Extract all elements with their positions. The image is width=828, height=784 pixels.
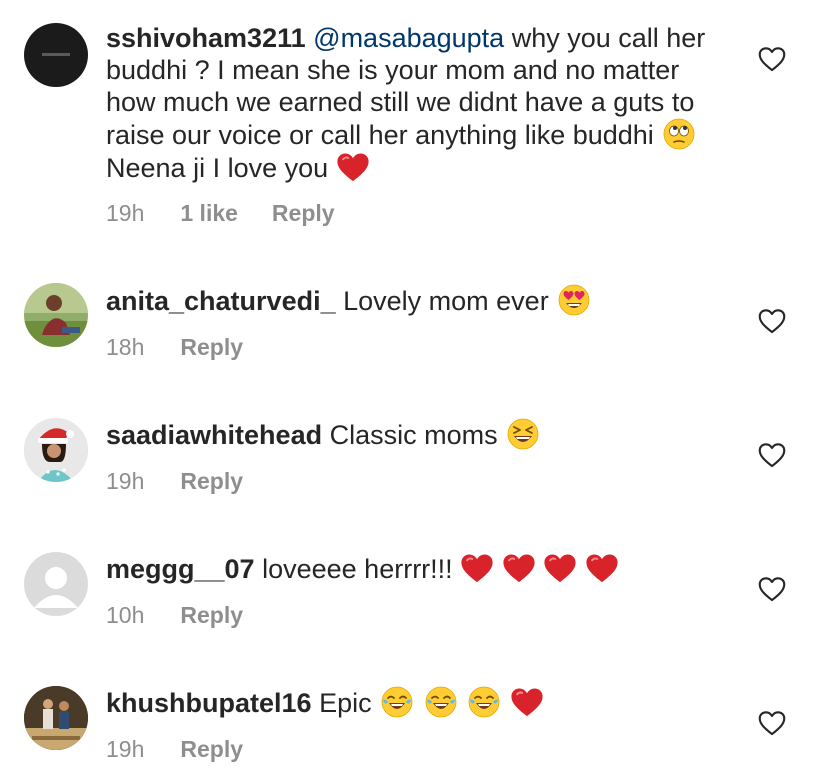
avatar[interactable] — [24, 418, 88, 482]
grinning-squinting-emoji — [507, 418, 539, 450]
comment-time: 18h — [106, 334, 145, 360]
reply-button[interactable]: Reply — [180, 468, 243, 495]
comment-body-text: loveeee herrrr!!! — [262, 554, 453, 584]
comment-text: khushbupatel16 Epic — [106, 686, 726, 719]
tears-of-joy-emoji — [381, 686, 413, 718]
comment-time: 10h — [106, 602, 145, 628]
comment-body-text: Lovely mom ever — [343, 286, 549, 316]
like-heart-icon[interactable] — [758, 46, 786, 72]
tears-of-joy-emoji — [468, 686, 500, 718]
comment-username[interactable]: anita_chaturvedi_ — [106, 286, 336, 316]
tears-of-joy-emoji — [425, 686, 457, 718]
comment-meta: 19h 1 like Reply — [106, 200, 335, 227]
red-heart-emoji — [336, 151, 370, 183]
comment-body-text: Epic — [319, 688, 372, 718]
avatar-logo-icon — [42, 53, 70, 56]
like-heart-icon[interactable] — [758, 308, 786, 334]
face-rolling-eyes-emoji — [663, 118, 695, 150]
comment-meta: 19h Reply — [106, 468, 243, 495]
like-heart-icon[interactable] — [758, 576, 786, 602]
comment-meta: 18h Reply — [106, 334, 243, 361]
avatar[interactable] — [24, 23, 88, 87]
reply-button[interactable]: Reply — [180, 334, 243, 361]
comment-text: sshivoham3211 @masabagupta why you call … — [106, 22, 726, 184]
avatar-photo-icon — [24, 283, 88, 347]
red-heart-emoji — [460, 552, 494, 584]
mention-link[interactable]: @masabagupta — [313, 23, 504, 53]
comment-body-text: Neena ji I love you — [106, 153, 329, 183]
comment-meta: 19h Reply — [106, 736, 243, 763]
avatar[interactable] — [24, 552, 88, 616]
likes-count[interactable]: 1 like — [180, 200, 238, 227]
avatar-photo-icon — [24, 686, 88, 750]
red-heart-emoji — [585, 552, 619, 584]
reply-button[interactable]: Reply — [180, 736, 243, 763]
comment-meta: 10h Reply — [106, 602, 243, 629]
comment-username[interactable]: sshivoham3211 — [106, 23, 306, 53]
red-heart-emoji — [543, 552, 577, 584]
comment-username[interactable]: khushbupatel16 — [106, 688, 312, 718]
comment-username[interactable]: saadiawhitehead — [106, 420, 322, 450]
comment-text: saadiawhitehead Classic moms — [106, 418, 726, 451]
comment-text: anita_chaturvedi_ Lovely mom ever — [106, 284, 726, 317]
red-heart-emoji — [510, 686, 544, 718]
comment-time: 19h — [106, 468, 145, 494]
like-heart-icon[interactable] — [758, 442, 786, 468]
heart-eyes-emoji — [558, 284, 590, 316]
reply-button[interactable]: Reply — [180, 602, 243, 629]
comment-text: meggg__07 loveeee herrrr!!! — [106, 552, 726, 585]
comment-time: 19h — [106, 200, 145, 226]
avatar[interactable] — [24, 686, 88, 750]
comment-body-text: Classic moms — [329, 420, 498, 450]
avatar[interactable] — [24, 283, 88, 347]
default-profile-icon — [34, 567, 78, 608]
comment-username[interactable]: meggg__07 — [106, 554, 255, 584]
reply-button[interactable]: Reply — [272, 200, 335, 227]
avatar-photo-icon — [24, 418, 88, 482]
comment-time: 19h — [106, 736, 145, 762]
red-heart-emoji — [502, 552, 536, 584]
like-heart-icon[interactable] — [758, 710, 786, 736]
